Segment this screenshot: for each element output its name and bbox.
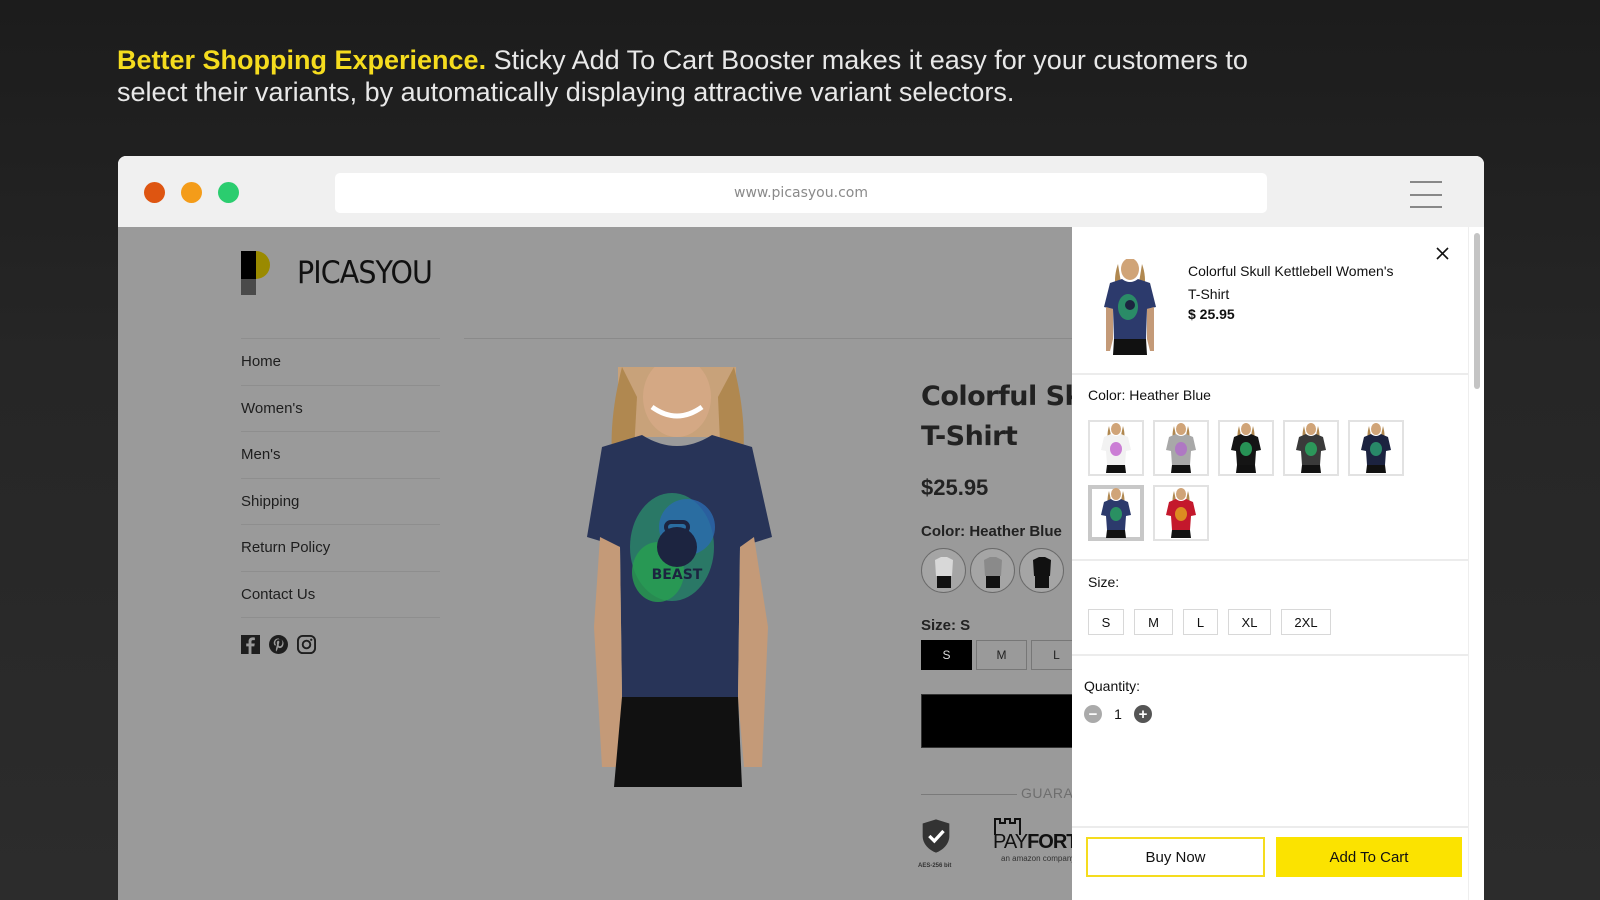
drawer-size-m[interactable]: M — [1134, 609, 1173, 635]
quantity-stepper: − 1 + — [1084, 705, 1152, 723]
drawer-color-swatches — [1088, 420, 1428, 541]
close-icon[interactable] — [1430, 241, 1454, 265]
nav-item-contact-us[interactable]: Contact Us — [241, 570, 440, 618]
social-links — [241, 635, 316, 654]
color-swatch-white[interactable] — [921, 548, 966, 593]
color-swatch-black[interactable] — [1218, 420, 1274, 476]
logo-mark-icon — [241, 251, 285, 295]
drawer-product-price: $ 25.95 — [1188, 306, 1235, 322]
close-window-dot[interactable] — [144, 182, 165, 203]
drawer-size-label: Size: — [1088, 574, 1120, 590]
drawer-product-thumbnail — [1100, 258, 1160, 355]
plus-icon[interactable]: + — [1134, 705, 1152, 723]
pinterest-icon[interactable] — [269, 635, 288, 654]
payfort-light: PAY — [993, 831, 1028, 853]
color-swatch-heather-blue[interactable] — [1088, 485, 1144, 541]
drawer-size-l[interactable]: L — [1183, 609, 1218, 635]
color-swatch-navy[interactable] — [1348, 420, 1404, 476]
scrollbar-thumb[interactable] — [1474, 233, 1480, 389]
headline: Better Shopping Experience. Sticky Add T… — [117, 44, 1267, 108]
minimize-window-dot[interactable] — [181, 182, 202, 203]
maximize-window-dot[interactable] — [218, 182, 239, 203]
drawer-scrollbar[interactable] — [1468, 227, 1484, 900]
size-option-m[interactable]: M — [976, 640, 1027, 670]
address-bar[interactable]: www.picasyou.com — [335, 173, 1267, 213]
buy-now-button[interactable]: Buy Now — [1086, 837, 1265, 877]
add-to-cart-button[interactable]: Add To Cart — [1276, 837, 1462, 877]
color-swatch-white[interactable] — [1088, 420, 1144, 476]
brand-name: PICASYOU — [297, 255, 433, 291]
drawer-size-2xl[interactable]: 2XL — [1281, 609, 1331, 635]
store-logo[interactable]: PICASYOU — [241, 251, 444, 295]
payfort-bold: FORT — [1027, 831, 1078, 853]
minus-icon[interactable]: − — [1084, 705, 1102, 723]
content-divider — [464, 338, 1084, 339]
nav-item-shipping[interactable]: Shipping — [241, 477, 440, 525]
drawer-footer: Buy Now Add To Cart — [1072, 826, 1468, 900]
guarantee-text: GUARA — [1021, 785, 1074, 801]
nav-item-mens[interactable]: Men's — [241, 431, 440, 478]
quantity-label: Quantity: — [1084, 678, 1141, 694]
color-swatch-charcoal[interactable] — [1283, 420, 1339, 476]
drawer-divider — [1072, 373, 1468, 375]
color-swatch-heather-gray[interactable] — [1153, 420, 1209, 476]
drawer-divider — [1072, 654, 1468, 656]
facebook-icon[interactable] — [241, 635, 260, 654]
drawer-size-options: S M L XL 2XL — [1088, 609, 1331, 635]
quantity-value[interactable]: 1 — [1112, 706, 1124, 722]
payfort-sub: an amazon company — [1001, 854, 1076, 863]
color-swatch-gray[interactable] — [970, 548, 1015, 593]
instagram-icon[interactable] — [297, 635, 316, 654]
drawer-size-xl[interactable]: XL — [1228, 609, 1271, 635]
color-swatch-red[interactable] — [1153, 485, 1209, 541]
svg-text:BEAST: BEAST — [652, 567, 703, 583]
store-nav: Home Women's Men's Shipping Return Polic… — [241, 338, 440, 618]
product-image[interactable]: BEAST — [562, 357, 792, 787]
size-option-s[interactable]: S — [921, 640, 972, 670]
browser-window: www.picasyou.com PICASYOU Home Women's M… — [118, 156, 1484, 900]
hamburger-icon[interactable] — [1410, 178, 1442, 208]
drawer-size-s[interactable]: S — [1088, 609, 1124, 635]
drawer-divider — [1072, 559, 1468, 561]
guarantee-line — [921, 794, 1017, 795]
sticky-cart-drawer: Colorful Skull Kettlebell Women's T-Shir… — [1072, 227, 1484, 900]
aes-badge-text: AES-256 bit — [918, 863, 952, 869]
drawer-color-label: Color: Heather Blue — [1088, 387, 1211, 403]
nav-item-womens[interactable]: Women's — [241, 384, 440, 432]
browser-chrome: www.picasyou.com — [118, 156, 1484, 227]
nav-item-return-policy[interactable]: Return Policy — [241, 524, 440, 571]
color-swatch-black[interactable] — [1019, 548, 1064, 593]
nav-item-home[interactable]: Home — [241, 338, 440, 385]
drawer-product-name: Colorful Skull Kettlebell Women's T-Shir… — [1188, 263, 1394, 302]
headline-highlight: Better Shopping Experience. — [117, 45, 487, 75]
shield-check-icon — [921, 817, 957, 861]
nav-divider — [241, 617, 440, 618]
